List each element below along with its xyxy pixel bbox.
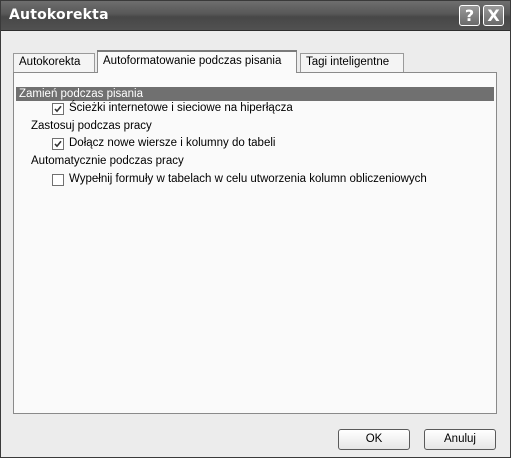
check-icon (54, 105, 62, 113)
title-bar: Autokorekta ? X (1, 1, 510, 31)
apply-as-you-work-header: Zastosuj podczas pracy (31, 120, 152, 132)
formulas-label: Wypełnij formuły w tabelach w celu utwor… (69, 173, 427, 185)
tab-label: Autokorekta (19, 56, 81, 68)
automatically-as-you-work-header: Automatycznie podczas pracy (31, 155, 184, 167)
replace-as-you-type-header: Zamień podczas pisania (16, 87, 494, 101)
window-title: Autokorekta (9, 7, 109, 23)
tab-label: Tagi inteligentne (306, 56, 390, 68)
tab-label: Autoformatowanie podczas pisania (103, 55, 282, 67)
close-icon: X (487, 6, 500, 25)
tab-smart-tags[interactable]: Tagi inteligentne (300, 53, 404, 72)
formulas-checkbox[interactable] (52, 174, 64, 186)
table-rows-label: Dołącz nowe wiersze i kolumny do tabeli (69, 137, 276, 149)
cancel-button[interactable]: Anuluj (424, 429, 496, 450)
table-rows-checkbox[interactable] (52, 138, 64, 150)
tab-autoformat-as-you-type[interactable]: Autoformatowanie podczas pisania (97, 50, 297, 73)
check-icon (54, 140, 62, 148)
help-button[interactable]: ? (459, 5, 480, 26)
help-icon: ? (464, 6, 475, 25)
hyperlinks-checkbox[interactable] (52, 103, 64, 115)
ok-button[interactable]: OK (338, 429, 410, 450)
tab-autocorrect[interactable]: Autokorekta (13, 53, 95, 72)
hyperlinks-label: Ścieżki internetowe i sieciowe na hiperł… (69, 102, 293, 114)
close-button[interactable]: X (483, 5, 504, 26)
